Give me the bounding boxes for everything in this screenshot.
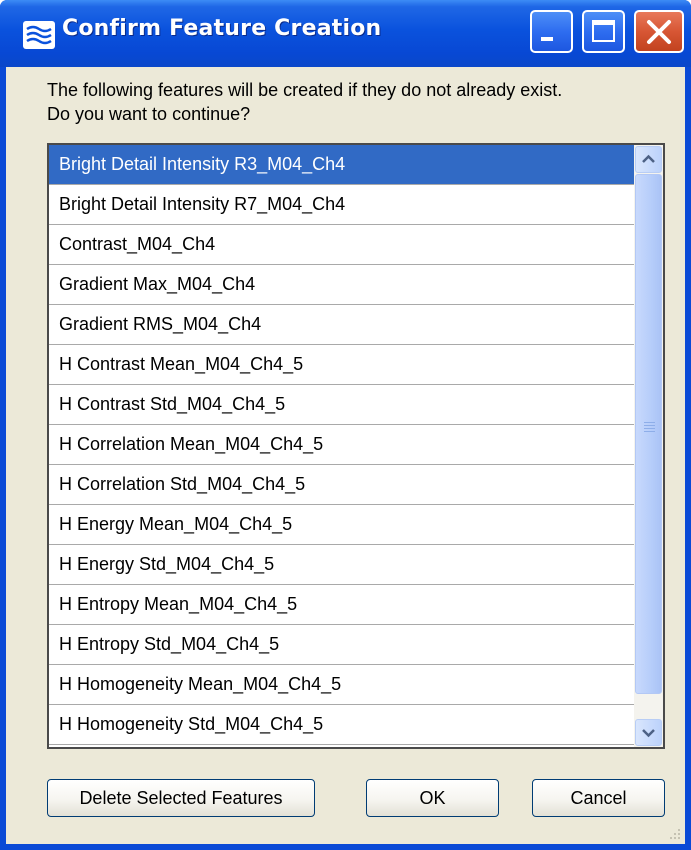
list-item[interactable]: Gradient RMS_M04_Ch4 [49, 305, 634, 345]
features-listbox[interactable]: Bright Detail Intensity R3_M04_Ch4 Bright… [47, 143, 665, 749]
cancel-button[interactable]: Cancel [532, 779, 665, 817]
list-item[interactable]: Bright Detail Intensity R7_M04_Ch4 [49, 185, 634, 225]
chevron-up-icon [642, 154, 655, 163]
message-line-2: Do you want to continue? [47, 104, 251, 124]
minimize-button[interactable] [530, 10, 573, 53]
list-item[interactable]: H Energy Std_M04_Ch4_5 [49, 545, 634, 585]
list-item[interactable]: H Homogeneity Std_M04_Ch4_5 [49, 705, 634, 745]
window-title: Confirm Feature Creation [62, 16, 382, 41]
maximize-icon [592, 20, 615, 42]
list-item[interactable]: Bright Detail Intensity R3_M04_Ch4 [49, 145, 634, 185]
dialog-body: The following features will be created i… [6, 67, 685, 844]
scroll-up-button[interactable] [635, 146, 662, 173]
close-icon [647, 20, 671, 44]
list-item[interactable]: H Homogeneity Mean_M04_Ch4_5 [49, 665, 634, 705]
features-list: Bright Detail Intensity R3_M04_Ch4 Bright… [49, 145, 634, 745]
list-item[interactable]: H Contrast Std_M04_Ch4_5 [49, 385, 634, 425]
list-item[interactable]: H Entropy Std_M04_Ch4_5 [49, 625, 634, 665]
list-item[interactable]: H Energy Mean_M04_Ch4_5 [49, 505, 634, 545]
ok-button[interactable]: OK [366, 779, 499, 817]
title-bar[interactable]: Confirm Feature Creation [0, 0, 691, 67]
maximize-button[interactable] [582, 10, 625, 53]
vertical-scrollbar[interactable] [634, 145, 663, 747]
dialog-window: Confirm Feature Creation The following f… [0, 0, 691, 850]
list-item[interactable]: H Correlation Mean_M04_Ch4_5 [49, 425, 634, 465]
scrollbar-thumb[interactable] [635, 174, 662, 694]
chevron-down-icon [642, 729, 655, 738]
resize-grip-icon[interactable] [667, 826, 681, 840]
message-text: The following features will be created i… [47, 78, 562, 126]
app-icon [23, 21, 55, 49]
list-item[interactable]: Contrast_M04_Ch4 [49, 225, 634, 265]
delete-selected-features-button[interactable]: Delete Selected Features [47, 779, 315, 817]
list-item[interactable]: H Entropy Mean_M04_Ch4_5 [49, 585, 634, 625]
scrollbar-grip [644, 422, 655, 423]
minimize-icon [541, 37, 553, 41]
scroll-down-button[interactable] [635, 719, 662, 746]
list-item[interactable]: H Correlation Std_M04_Ch4_5 [49, 465, 634, 505]
list-item[interactable]: H Contrast Mean_M04_Ch4_5 [49, 345, 634, 385]
message-line-1: The following features will be created i… [47, 80, 563, 100]
close-button[interactable] [634, 10, 684, 53]
list-item[interactable]: Gradient Max_M04_Ch4 [49, 265, 634, 305]
